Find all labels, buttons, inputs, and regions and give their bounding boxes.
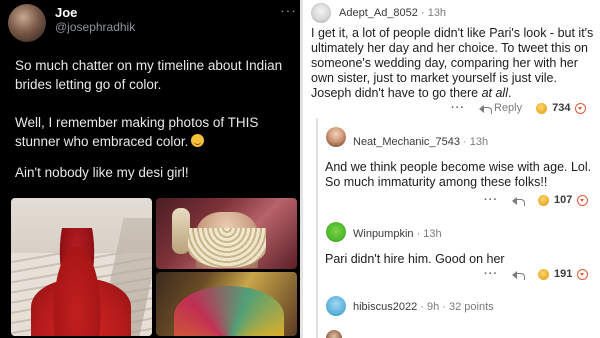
tweet-author-avatar[interactable] (8, 4, 46, 42)
relieved-face-icon (191, 134, 205, 147)
downvote-icon[interactable] (577, 268, 589, 280)
tweet-author-name[interactable]: Joe (55, 5, 77, 20)
award-icon[interactable] (536, 102, 548, 114)
photo-bride-figure-shape (47, 228, 107, 336)
vote-score: 734 (552, 102, 571, 114)
comment-meta: · 9h · 32 points (417, 301, 494, 313)
thread-line (316, 118, 318, 338)
photo-necklace-shape (188, 228, 266, 268)
comment-meta: · 13h (460, 136, 489, 148)
comment-author[interactable]: Adept_Ad_8052 · 13h (339, 7, 446, 19)
tweet-photo-bride-colorful-lehenga[interactable] (156, 272, 297, 336)
vote-score: 107 (554, 194, 573, 206)
comment-text-italic: at all (481, 86, 508, 100)
username[interactable]: Adept_Ad_8052 (339, 7, 418, 19)
username[interactable]: Neat_Mechanic_7543 (353, 136, 460, 148)
comment-author[interactable]: hibiscus2022 · 9h · 32 points (353, 301, 494, 313)
comment-actions: ··· 107 (484, 192, 589, 208)
comment-author[interactable]: Winpumpkin · 13h (353, 228, 442, 240)
comment-text-end: . (507, 86, 512, 100)
tweet-paragraph-1: So much chatter on my timeline about Ind… (15, 58, 283, 92)
more-options-icon[interactable]: ··· (484, 268, 498, 280)
username[interactable]: Winpumpkin (353, 228, 414, 240)
tweet-photo-bride-jewellery[interactable] (156, 198, 297, 269)
downvote-icon[interactable] (575, 102, 587, 114)
user-avatar-winpumpkin[interactable] (326, 222, 346, 242)
comment-body: I get it, a lot of people didn't like Pa… (311, 26, 597, 101)
comment-body: Pari didn't hire him. Good on her (325, 252, 505, 266)
user-avatar-partial (326, 330, 342, 338)
more-options-icon[interactable]: ··· (280, 2, 297, 18)
reply-button[interactable]: Reply (494, 102, 522, 114)
comment-author[interactable]: Neat_Mechanic_7543 · 13h (353, 136, 488, 148)
user-avatar-hibiscus[interactable] (326, 296, 346, 316)
reply-icon[interactable] (479, 104, 492, 114)
comment-text: I get it, a lot of people didn't like Pa… (311, 26, 594, 100)
user-avatar-adept[interactable] (311, 3, 331, 23)
tweet-paragraph-2-text: Well, I remember making photos of THIS s… (15, 115, 259, 149)
downvote-icon[interactable] (577, 194, 589, 206)
vote-score: 191 (554, 268, 573, 280)
photo-colorful-lehenga-shape (174, 286, 284, 336)
more-options-icon[interactable]: ··· (451, 102, 465, 114)
user-avatar-neat-mechanic[interactable] (326, 127, 346, 147)
tweet-panel: Joe @josephradhik ··· So much chatter on… (0, 0, 300, 338)
more-options-icon[interactable]: ··· (484, 194, 498, 206)
award-icon[interactable] (538, 268, 549, 280)
username[interactable]: hibiscus2022 (353, 301, 417, 313)
tweet-photo-bride-staircase[interactable] (11, 198, 152, 336)
comment-meta: · 13h (413, 228, 442, 240)
comment-body: And we think people become wise with age… (325, 160, 592, 189)
tweet-author-handle[interactable]: @josephradhik (55, 20, 135, 34)
tweet-paragraph-3: Ain't nobody like my desi girl! (15, 165, 189, 180)
comment-actions: ··· Reply 734 (451, 100, 587, 116)
award-icon[interactable] (538, 194, 549, 206)
reply-icon[interactable] (512, 270, 525, 280)
reddit-comments-panel: Adept_Ad_8052 · 13h I get it, a lot of p… (303, 0, 600, 338)
comment-meta: · 13h (417, 7, 447, 19)
reply-icon[interactable] (512, 196, 525, 206)
tweet-paragraph-2: Well, I remember making photos of THIS s… (15, 113, 295, 151)
comment-actions: ··· 191 (484, 266, 589, 282)
